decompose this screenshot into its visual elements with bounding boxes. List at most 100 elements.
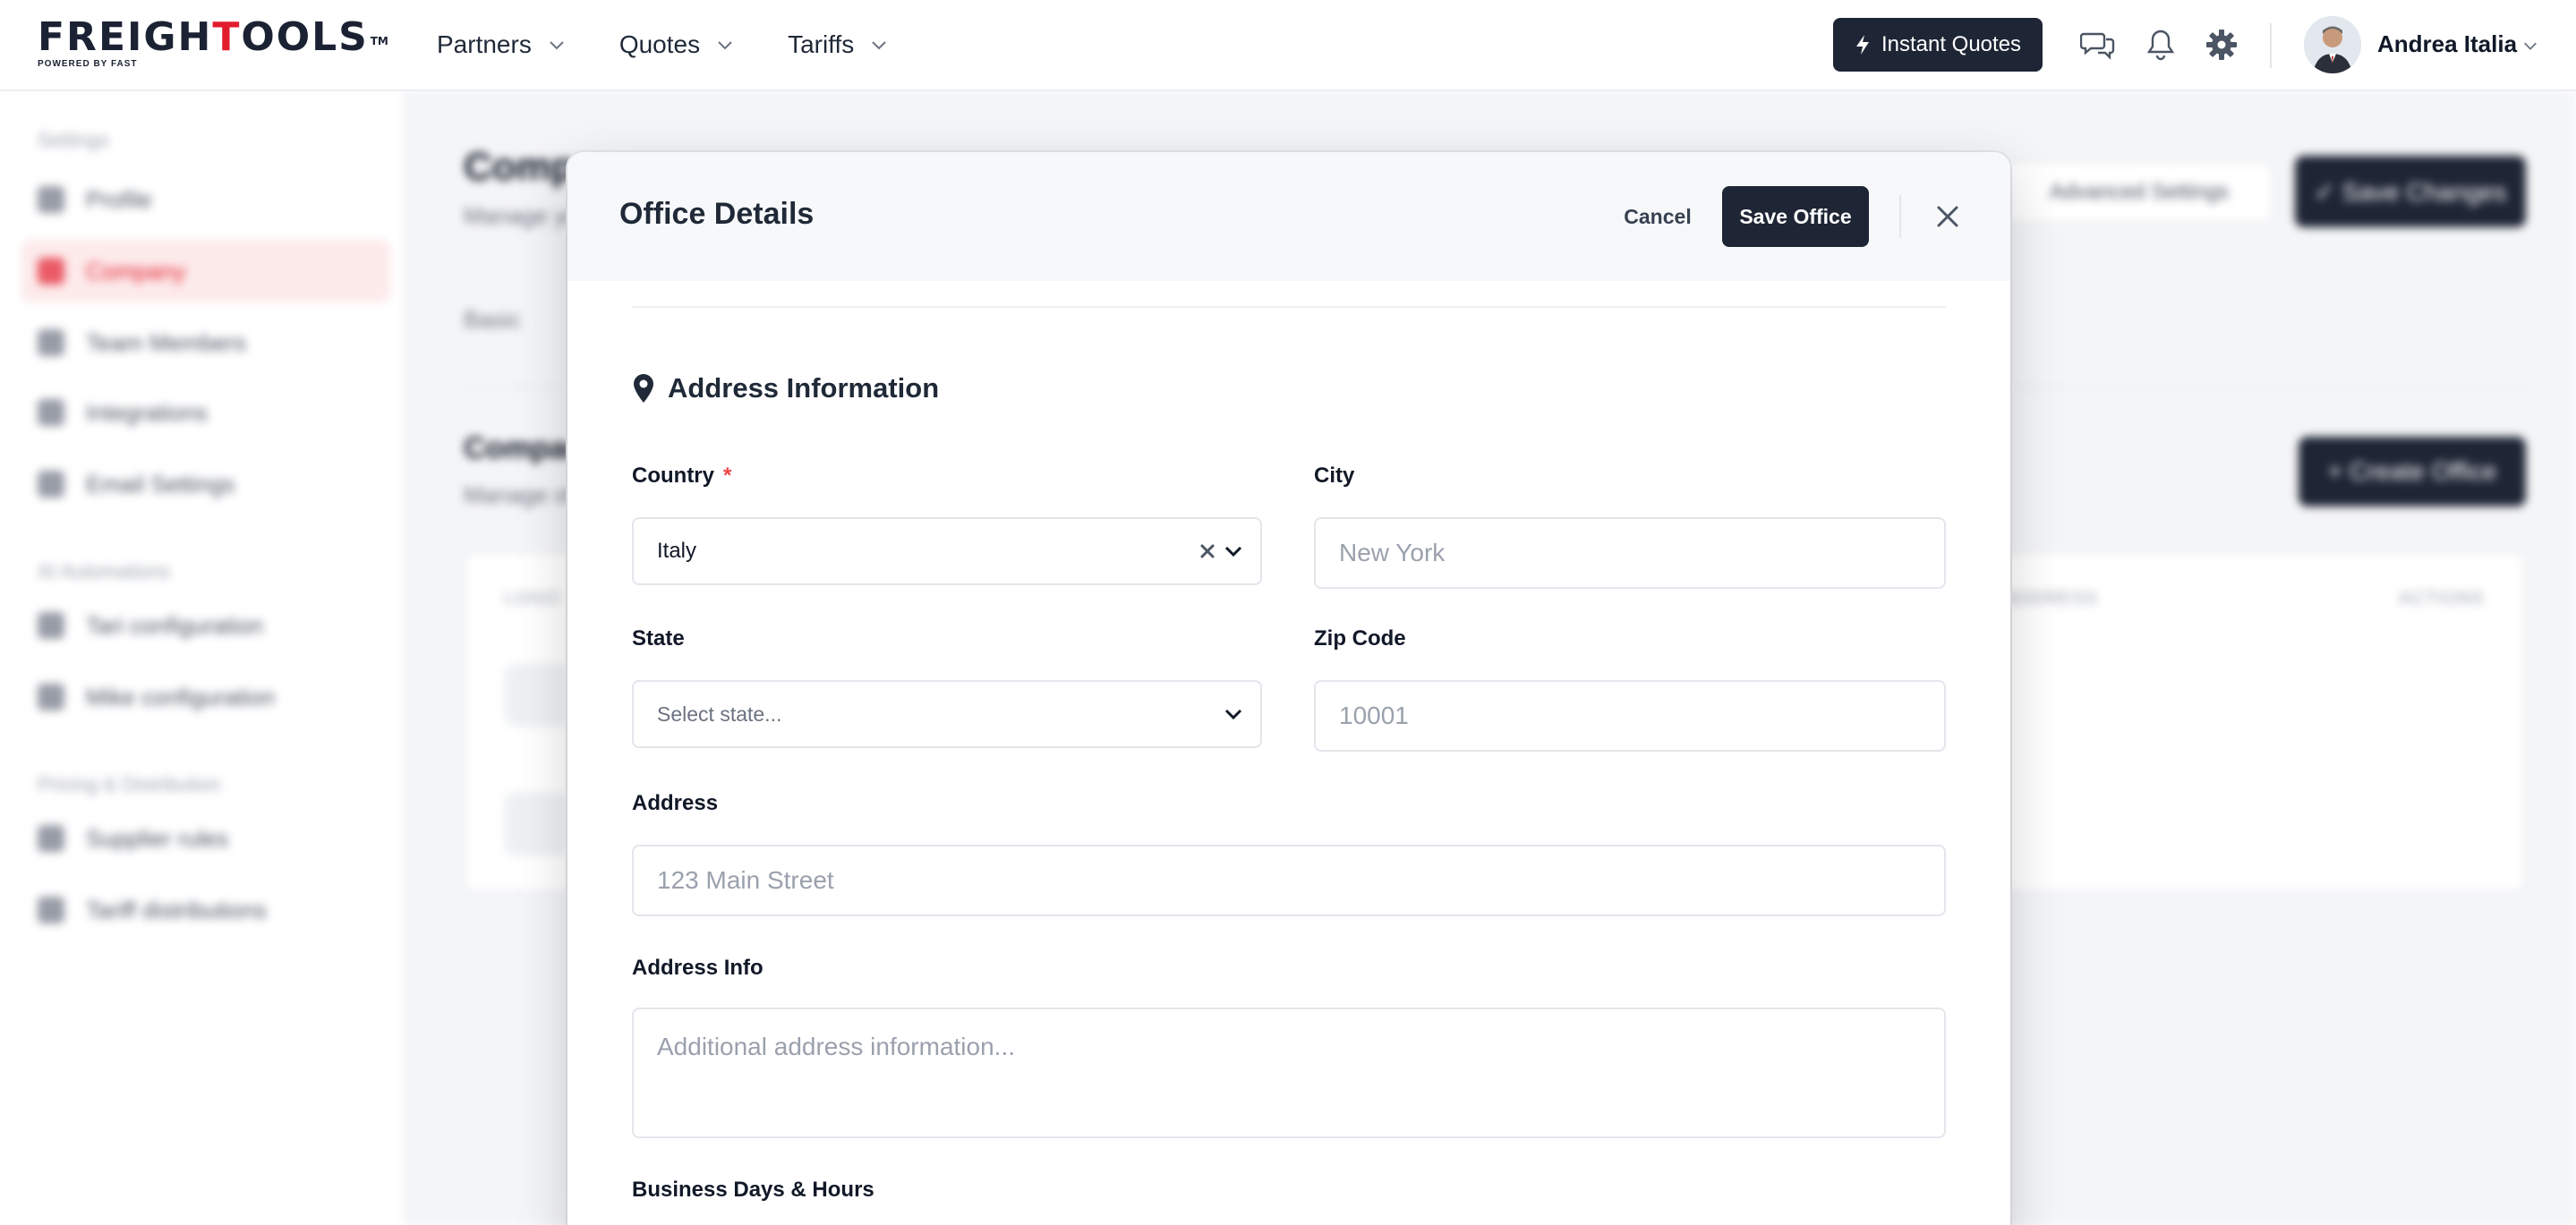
- tab-basic[interactable]: Basic: [464, 306, 521, 334]
- address-section-header: Address Information: [632, 372, 939, 404]
- address-info-textarea[interactable]: [657, 1009, 1944, 1136]
- clear-icon[interactable]: [1199, 543, 1215, 559]
- nav-divider: [2270, 23, 2272, 68]
- settings-sidebar: Settings Profile Company Team Members In…: [0, 91, 403, 1225]
- state-label: State: [632, 626, 685, 651]
- mail-icon: [38, 471, 64, 498]
- sidebar-item-label: Team Members: [86, 328, 247, 356]
- country-label-text: Country: [632, 464, 714, 488]
- required-mark: *: [723, 464, 732, 488]
- table-header-logo: LOGO: [505, 589, 560, 608]
- rules-icon: [38, 825, 64, 852]
- user-icon: [38, 186, 64, 213]
- country-value: Italy: [657, 539, 697, 563]
- table-row[interactable]: [505, 793, 567, 855]
- sidebar-item-supplier-rules[interactable]: Supplier rules: [21, 807, 390, 870]
- robot-icon: [38, 684, 64, 710]
- create-office-button[interactable]: + Create Office: [2299, 437, 2526, 506]
- nav-tariffs-label: Tariffs: [788, 30, 855, 58]
- sidebar-item-label: Tari configuration: [86, 611, 263, 639]
- sidebar-item-email-settings[interactable]: Email Settings: [21, 453, 390, 515]
- header-divider: [1899, 195, 1901, 238]
- sidebar-item-label: Company: [86, 257, 186, 285]
- pen-icon: [38, 612, 64, 639]
- user-avatar[interactable]: [2304, 16, 2361, 73]
- close-icon: [1937, 206, 1958, 227]
- users-icon: [38, 329, 64, 356]
- logo-wordmark: FREIGHTOOLS TM: [38, 14, 388, 60]
- nav-quotes-label: Quotes: [618, 30, 701, 58]
- building-icon: [38, 258, 64, 285]
- advanced-settings-button[interactable]: Advanced Settings: [2005, 161, 2273, 224]
- table-row[interactable]: [505, 664, 567, 727]
- city-input[interactable]: [1339, 519, 1944, 587]
- state-select[interactable]: Select state...: [632, 680, 1262, 748]
- section-divider: [632, 306, 1946, 308]
- sidebar-item-profile[interactable]: Profile: [21, 168, 390, 231]
- lightning-icon: [1855, 35, 1869, 55]
- sidebar-item-company[interactable]: Company: [21, 240, 390, 302]
- modal-header: Office Details Cancel Save Office: [567, 152, 2010, 281]
- country-select[interactable]: Italy: [632, 517, 1262, 585]
- sidebar-item-label: Email Settings: [86, 470, 235, 498]
- chevron-down-icon: [718, 41, 732, 50]
- bell-icon[interactable]: [2143, 27, 2179, 63]
- sidebar-item-label: Tariff distributions: [86, 896, 267, 923]
- instant-quotes-button[interactable]: Instant Quotes: [1833, 18, 2043, 72]
- nav-tariffs[interactable]: Tariffs: [788, 30, 888, 59]
- chat-icon[interactable]: [2080, 27, 2116, 63]
- address-info-field[interactable]: [632, 1008, 1946, 1138]
- zip-code-input[interactable]: [1339, 682, 1944, 750]
- business-hours-label: Business Days & Hours: [632, 1178, 874, 1202]
- nav-quotes[interactable]: Quotes: [619, 30, 734, 59]
- address-info-label: Address Info: [632, 956, 763, 980]
- top-navigation: FREIGHTOOLS TM POWERED BY FAST Partners Q…: [0, 0, 2576, 91]
- sidebar-item-integrations[interactable]: Integrations: [21, 381, 390, 444]
- section-title: Address Information: [668, 372, 940, 404]
- logo-tagline: POWERED BY FAST: [38, 59, 138, 69]
- user-name[interactable]: Andrea Italia: [2377, 30, 2517, 58]
- nav-partners[interactable]: Partners: [437, 30, 566, 59]
- sidebar-item-label: Profile: [86, 185, 152, 213]
- freighttools-logo[interactable]: FREIGHTOOLS TM POWERED BY FAST: [38, 14, 396, 70]
- office-details-modal: Office Details Cancel Save Office Addres…: [567, 152, 2010, 1225]
- sidebar-section-pricing: Pricing & Distribution: [38, 773, 221, 795]
- sidebar-item-mike[interactable]: Mike configuration: [21, 666, 390, 728]
- zip-code-label: Zip Code: [1314, 626, 1406, 651]
- save-changes-button[interactable]: ✓ Save Changes: [2295, 156, 2526, 227]
- sidebar-item-label: Integrations: [86, 398, 208, 426]
- state-placeholder: Select state...: [657, 702, 782, 726]
- avatar-image: [2304, 16, 2361, 73]
- plug-icon: [38, 399, 64, 426]
- cancel-button[interactable]: Cancel: [1595, 188, 1720, 245]
- share-icon: [38, 897, 64, 923]
- address-label: Address: [632, 791, 719, 815]
- chevron-down-icon: [872, 41, 886, 50]
- main-menu: Partners Quotes Tariffs: [437, 0, 942, 89]
- modal-title: Office Details: [619, 197, 815, 231]
- chevron-down-icon[interactable]: [2522, 38, 2538, 54]
- nav-partners-label: Partners: [437, 30, 532, 58]
- close-button[interactable]: [1928, 197, 1967, 236]
- country-label: Country *: [632, 464, 731, 489]
- sidebar-item-label: Mike configuration: [86, 683, 275, 710]
- zip-code-field[interactable]: [1314, 680, 1946, 752]
- sidebar-item-tari[interactable]: Tari configuration: [21, 594, 390, 657]
- chevron-down-icon: [550, 41, 564, 50]
- sidebar-section-ai: AI Automations: [38, 560, 170, 583]
- chevron-down-icon[interactable]: [1223, 540, 1244, 562]
- address-input[interactable]: [657, 846, 1944, 914]
- sidebar-item-tariff-distributions[interactable]: Tariff distributions: [21, 879, 390, 941]
- map-pin-icon: [634, 374, 653, 403]
- sidebar-section-settings: Settings: [38, 129, 109, 151]
- chevron-down-icon[interactable]: [1223, 703, 1244, 725]
- city-label: City: [1314, 464, 1355, 488]
- sidebar-item-label: Supplier rules: [86, 824, 228, 852]
- city-field[interactable]: [1314, 517, 1946, 589]
- address-field[interactable]: [632, 845, 1946, 916]
- sidebar-item-team-members[interactable]: Team Members: [21, 311, 390, 374]
- table-header-address: ADDRESS: [2005, 589, 2098, 608]
- save-office-button[interactable]: Save Office: [1722, 186, 1869, 247]
- gear-icon[interactable]: [2204, 27, 2239, 63]
- instant-quotes-label: Instant Quotes: [1881, 32, 2022, 56]
